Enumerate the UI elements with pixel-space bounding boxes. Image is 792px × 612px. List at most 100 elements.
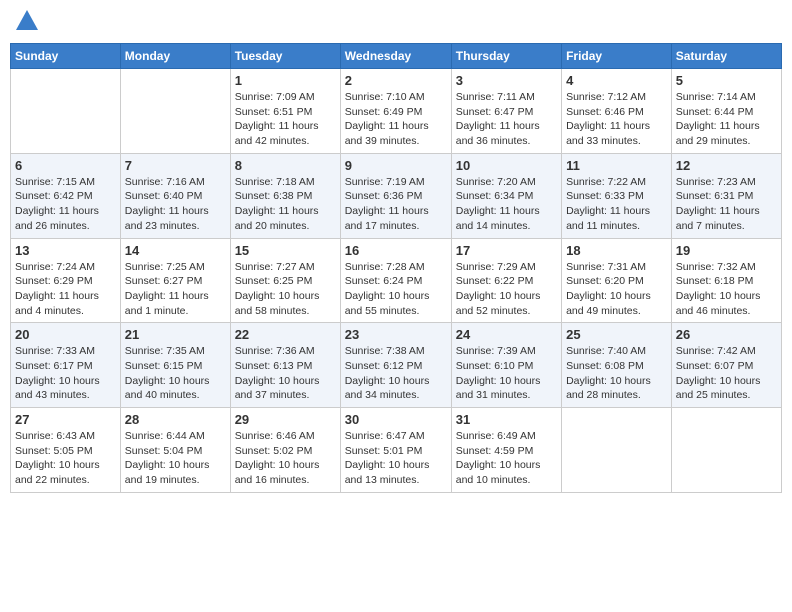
day-info: Sunrise: 7:27 AMSunset: 6:25 PMDaylight:… bbox=[235, 260, 336, 319]
day-number: 12 bbox=[676, 158, 777, 173]
day-number: 3 bbox=[456, 73, 557, 88]
calendar-cell: 5 Sunrise: 7:14 AMSunset: 6:44 PMDaylight… bbox=[671, 69, 781, 154]
calendar-week-row: 27 Sunrise: 6:43 AMSunset: 5:05 PMDayligh… bbox=[11, 408, 782, 493]
day-number: 5 bbox=[676, 73, 777, 88]
calendar-week-row: 20 Sunrise: 7:33 AMSunset: 6:17 PMDayligh… bbox=[11, 323, 782, 408]
day-info: Sunrise: 7:36 AMSunset: 6:13 PMDaylight:… bbox=[235, 344, 336, 403]
day-header-sunday: Sunday bbox=[11, 44, 121, 69]
day-number: 9 bbox=[345, 158, 447, 173]
day-info: Sunrise: 7:42 AMSunset: 6:07 PMDaylight:… bbox=[676, 344, 777, 403]
day-info: Sunrise: 7:23 AMSunset: 6:31 PMDaylight:… bbox=[676, 175, 777, 234]
day-number: 27 bbox=[15, 412, 116, 427]
logo bbox=[14, 10, 38, 35]
day-info: Sunrise: 6:49 AMSunset: 4:59 PMDaylight:… bbox=[456, 429, 557, 488]
day-info: Sunrise: 7:38 AMSunset: 6:12 PMDaylight:… bbox=[345, 344, 447, 403]
day-number: 22 bbox=[235, 327, 336, 342]
calendar-cell bbox=[120, 69, 230, 154]
calendar-cell: 4 Sunrise: 7:12 AMSunset: 6:46 PMDaylight… bbox=[562, 69, 672, 154]
day-info: Sunrise: 7:28 AMSunset: 6:24 PMDaylight:… bbox=[345, 260, 447, 319]
day-number: 17 bbox=[456, 243, 557, 258]
day-number: 19 bbox=[676, 243, 777, 258]
calendar-cell: 16 Sunrise: 7:28 AMSunset: 6:24 PMDayligh… bbox=[340, 238, 451, 323]
calendar-cell: 3 Sunrise: 7:11 AMSunset: 6:47 PMDaylight… bbox=[451, 69, 561, 154]
day-number: 21 bbox=[125, 327, 226, 342]
logo-text bbox=[14, 10, 38, 35]
calendar-cell bbox=[562, 408, 672, 493]
calendar-cell: 19 Sunrise: 7:32 AMSunset: 6:18 PMDayligh… bbox=[671, 238, 781, 323]
logo-icon bbox=[16, 10, 38, 35]
day-number: 4 bbox=[566, 73, 667, 88]
day-number: 11 bbox=[566, 158, 667, 173]
day-number: 13 bbox=[15, 243, 116, 258]
calendar-cell: 23 Sunrise: 7:38 AMSunset: 6:12 PMDayligh… bbox=[340, 323, 451, 408]
calendar-cell: 12 Sunrise: 7:23 AMSunset: 6:31 PMDayligh… bbox=[671, 153, 781, 238]
calendar-cell: 27 Sunrise: 6:43 AMSunset: 5:05 PMDayligh… bbox=[11, 408, 121, 493]
day-info: Sunrise: 7:32 AMSunset: 6:18 PMDaylight:… bbox=[676, 260, 777, 319]
calendar-cell: 28 Sunrise: 6:44 AMSunset: 5:04 PMDayligh… bbox=[120, 408, 230, 493]
day-header-tuesday: Tuesday bbox=[230, 44, 340, 69]
calendar-week-row: 6 Sunrise: 7:15 AMSunset: 6:42 PMDaylight… bbox=[11, 153, 782, 238]
calendar-cell: 22 Sunrise: 7:36 AMSunset: 6:13 PMDayligh… bbox=[230, 323, 340, 408]
day-number: 25 bbox=[566, 327, 667, 342]
calendar-cell: 15 Sunrise: 7:27 AMSunset: 6:25 PMDayligh… bbox=[230, 238, 340, 323]
calendar-cell: 11 Sunrise: 7:22 AMSunset: 6:33 PMDayligh… bbox=[562, 153, 672, 238]
day-info: Sunrise: 7:24 AMSunset: 6:29 PMDaylight:… bbox=[15, 260, 116, 319]
day-number: 18 bbox=[566, 243, 667, 258]
calendar-header-row: SundayMondayTuesdayWednesdayThursdayFrid… bbox=[11, 44, 782, 69]
calendar-table: SundayMondayTuesdayWednesdayThursdayFrid… bbox=[10, 43, 782, 493]
day-number: 24 bbox=[456, 327, 557, 342]
day-number: 28 bbox=[125, 412, 226, 427]
calendar-cell: 25 Sunrise: 7:40 AMSunset: 6:08 PMDayligh… bbox=[562, 323, 672, 408]
calendar-cell: 21 Sunrise: 7:35 AMSunset: 6:15 PMDayligh… bbox=[120, 323, 230, 408]
day-info: Sunrise: 7:25 AMSunset: 6:27 PMDaylight:… bbox=[125, 260, 226, 319]
day-info: Sunrise: 7:40 AMSunset: 6:08 PMDaylight:… bbox=[566, 344, 667, 403]
day-header-monday: Monday bbox=[120, 44, 230, 69]
day-info: Sunrise: 7:12 AMSunset: 6:46 PMDaylight:… bbox=[566, 90, 667, 149]
calendar-cell: 31Sunrise: 6:49 AMSunset: 4:59 PMDayligh… bbox=[451, 408, 561, 493]
day-header-thursday: Thursday bbox=[451, 44, 561, 69]
day-info: Sunrise: 6:43 AMSunset: 5:05 PMDaylight:… bbox=[15, 429, 116, 488]
day-number: 14 bbox=[125, 243, 226, 258]
calendar-week-row: 13 Sunrise: 7:24 AMSunset: 6:29 PMDayligh… bbox=[11, 238, 782, 323]
day-header-wednesday: Wednesday bbox=[340, 44, 451, 69]
day-info: Sunrise: 6:44 AMSunset: 5:04 PMDaylight:… bbox=[125, 429, 226, 488]
day-info: Sunrise: 7:09 AMSunset: 6:51 PMDaylight:… bbox=[235, 90, 336, 149]
day-info: Sunrise: 7:31 AMSunset: 6:20 PMDaylight:… bbox=[566, 260, 667, 319]
day-info: Sunrise: 7:35 AMSunset: 6:15 PMDaylight:… bbox=[125, 344, 226, 403]
calendar-cell: 2Sunrise: 7:10 AMSunset: 6:49 PMDaylight… bbox=[340, 69, 451, 154]
day-number: 23 bbox=[345, 327, 447, 342]
calendar-cell: 14 Sunrise: 7:25 AMSunset: 6:27 PMDayligh… bbox=[120, 238, 230, 323]
calendar-cell: 10 Sunrise: 7:20 AMSunset: 6:34 PMDayligh… bbox=[451, 153, 561, 238]
day-info: Sunrise: 7:29 AMSunset: 6:22 PMDaylight:… bbox=[456, 260, 557, 319]
calendar-week-row: 1 Sunrise: 7:09 AMSunset: 6:51 PMDaylight… bbox=[11, 69, 782, 154]
day-info: Sunrise: 7:14 AMSunset: 6:44 PMDaylight:… bbox=[676, 90, 777, 149]
calendar-cell: 7Sunrise: 7:16 AMSunset: 6:40 PMDaylight… bbox=[120, 153, 230, 238]
calendar-cell: 30Sunrise: 6:47 AMSunset: 5:01 PMDayligh… bbox=[340, 408, 451, 493]
page-header bbox=[10, 10, 782, 35]
day-number: 15 bbox=[235, 243, 336, 258]
calendar-cell: 9 Sunrise: 7:19 AMSunset: 6:36 PMDaylight… bbox=[340, 153, 451, 238]
day-header-friday: Friday bbox=[562, 44, 672, 69]
day-info: Sunrise: 7:15 AMSunset: 6:42 PMDaylight:… bbox=[15, 175, 116, 234]
day-info: Sunrise: 7:39 AMSunset: 6:10 PMDaylight:… bbox=[456, 344, 557, 403]
day-number: 20 bbox=[15, 327, 116, 342]
calendar-cell: 26 Sunrise: 7:42 AMSunset: 6:07 PMDayligh… bbox=[671, 323, 781, 408]
day-number: 26 bbox=[676, 327, 777, 342]
day-number: 8 bbox=[235, 158, 336, 173]
day-info: Sunrise: 7:19 AMSunset: 6:36 PMDaylight:… bbox=[345, 175, 447, 234]
day-info: Sunrise: 6:47 AMSunset: 5:01 PMDaylight:… bbox=[345, 429, 447, 488]
day-info: Sunrise: 7:22 AMSunset: 6:33 PMDaylight:… bbox=[566, 175, 667, 234]
day-number: 2 bbox=[345, 73, 447, 88]
day-info: Sunrise: 7:11 AMSunset: 6:47 PMDaylight:… bbox=[456, 90, 557, 149]
day-info: Sunrise: 7:20 AMSunset: 6:34 PMDaylight:… bbox=[456, 175, 557, 234]
day-info: Sunrise: 7:18 AMSunset: 6:38 PMDaylight:… bbox=[235, 175, 336, 234]
calendar-cell: 29Sunrise: 6:46 AMSunset: 5:02 PMDayligh… bbox=[230, 408, 340, 493]
day-info: Sunrise: 7:33 AMSunset: 6:17 PMDaylight:… bbox=[15, 344, 116, 403]
day-number: 10 bbox=[456, 158, 557, 173]
day-number: 1 bbox=[235, 73, 336, 88]
day-number: 16 bbox=[345, 243, 447, 258]
calendar-cell: 6 Sunrise: 7:15 AMSunset: 6:42 PMDaylight… bbox=[11, 153, 121, 238]
calendar-cell: 20 Sunrise: 7:33 AMSunset: 6:17 PMDayligh… bbox=[11, 323, 121, 408]
day-number: 6 bbox=[15, 158, 116, 173]
calendar-cell bbox=[11, 69, 121, 154]
